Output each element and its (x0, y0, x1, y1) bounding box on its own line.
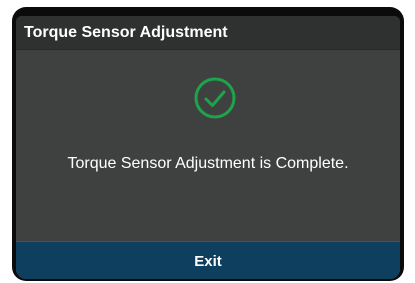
title-bar: Torque Sensor Adjustment (16, 16, 400, 50)
dialog-title: Torque Sensor Adjustment (24, 24, 228, 41)
completion-message: Torque Sensor Adjustment is Complete. (67, 155, 349, 172)
exit-button[interactable]: Exit (16, 241, 400, 279)
dialog-window: Torque Sensor Adjustment Torque Sensor A… (16, 16, 400, 279)
check-circle-icon (194, 77, 236, 119)
exit-button-label: Exit (194, 253, 222, 270)
